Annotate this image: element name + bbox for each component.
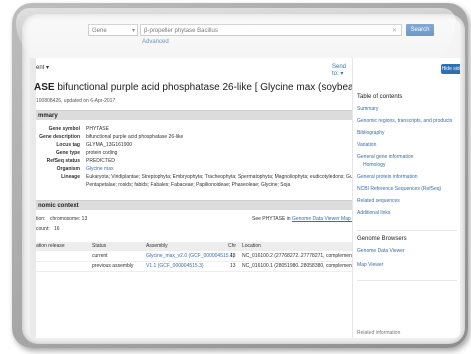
related-information-link[interactable]: Related information bbox=[357, 330, 400, 336]
search-button[interactable]: Search bbox=[406, 24, 434, 36]
search-input[interactable]: β-propeller phytase Bacillus ✕ bbox=[140, 24, 402, 36]
genomic-context-header[interactable]: nomic context bbox=[36, 200, 352, 210]
assembly-table-header: ation release Status Assembly Chr Locati… bbox=[36, 242, 352, 251]
search-bar: Gene ▾ β-propeller phytase Bacillus ✕ Se… bbox=[30, 20, 460, 59]
database-select-value: Gene bbox=[92, 28, 107, 34]
toc-item[interactable]: Homology bbox=[363, 162, 386, 168]
toc-item[interactable]: Additional links bbox=[357, 210, 390, 216]
advanced-search-link[interactable]: Advanced bbox=[142, 39, 169, 45]
browser-screen: Gene ▾ β-propeller phytase Bacillus ✕ Se… bbox=[30, 20, 460, 338]
page-title: ASE bifunctional purple acid phosphatase… bbox=[34, 82, 368, 93]
toc-item[interactable]: General protein information bbox=[357, 174, 418, 180]
browser-link[interactable]: Map Viewer bbox=[357, 262, 383, 268]
screenshot-stage: Gene ▾ β-propeller phytase Bacillus ✕ Se… bbox=[0, 0, 471, 354]
clear-icon[interactable]: ✕ bbox=[392, 25, 397, 37]
toc-item[interactable]: NCBI Reference Sequences (RefSeq) bbox=[357, 186, 441, 192]
hide-sidebar-button[interactable]: Hide side bbox=[441, 64, 460, 74]
organism-link[interactable]: Glycine max bbox=[86, 166, 114, 172]
format-link[interactable]: ent ▾ bbox=[36, 64, 49, 71]
genome-browsers-title: Genome Browsers bbox=[357, 236, 407, 242]
toc-title: Table of contents bbox=[357, 94, 403, 100]
assembly-link[interactable]: Glycine_max_v2.0 (GCF_000004515.4) bbox=[146, 252, 234, 261]
right-sidebar: Hide side Table of contents Summary Geno… bbox=[352, 58, 460, 338]
browser-link[interactable]: Genome Data Viewer bbox=[357, 248, 405, 254]
gene-title-rest: bifunctional purple acid phosphatase 26-… bbox=[54, 82, 369, 93]
send-to-menu[interactable]: Send to: ▾ bbox=[332, 64, 352, 77]
toc-item[interactable]: Summary bbox=[357, 106, 378, 112]
gene-id-line: 100808426, updated on 6-Apr-2017 bbox=[36, 98, 116, 104]
toc-item[interactable]: General gene information bbox=[357, 154, 413, 160]
database-select[interactable]: Gene ▾ bbox=[88, 24, 138, 36]
divider bbox=[357, 280, 457, 281]
see-in-viewer: See PHYTASE in Genome Data Viewer Map Vi… bbox=[252, 216, 368, 222]
assembly-link[interactable]: V1.1 (GCF_000004515.3) bbox=[146, 262, 204, 271]
toc-item[interactable]: Related sequences bbox=[357, 198, 400, 204]
toc-item[interactable]: Variation bbox=[357, 142, 376, 148]
divider bbox=[357, 230, 457, 231]
toc-item[interactable]: Bibliography bbox=[357, 130, 385, 136]
table-row: current Glycine_max_v2.0 (GCF_000004515.… bbox=[36, 252, 355, 262]
table-row: previous assembly V1.1 (GCF_000004515.3)… bbox=[36, 262, 355, 272]
gene-symbol: ASE bbox=[34, 82, 55, 93]
chevron-down-icon: ▾ bbox=[131, 28, 135, 34]
main-content: ent ▾ Send to: ▾ ASE bifunctional purple… bbox=[34, 58, 374, 338]
search-input-value: β-propeller phytase Bacillus bbox=[144, 28, 218, 34]
summary-header[interactable]: mmary bbox=[36, 110, 352, 120]
toc-item[interactable]: Genomic regions, transcripts, and produc… bbox=[357, 118, 452, 124]
